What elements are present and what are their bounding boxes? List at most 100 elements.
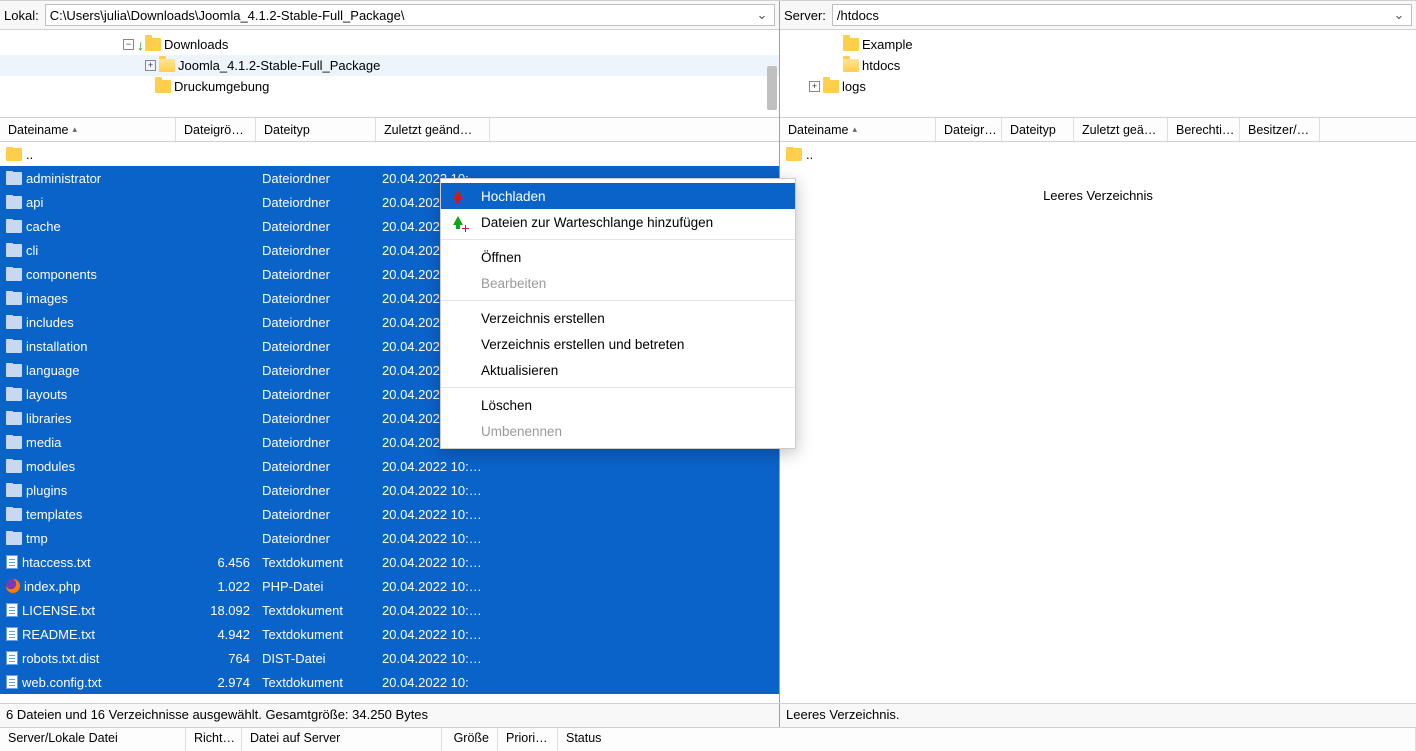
file-row[interactable]: modulesDateiordner20.04.2022 10:… [0,454,779,478]
tree-item[interactable]: +logs [780,76,1416,97]
tree-item[interactable]: Druckumgebung [0,76,779,97]
file-type: Dateiordner [256,267,376,282]
menu-refresh[interactable]: Aktualisieren [441,357,795,383]
file-modified: 20.04.2022 10:… [376,459,536,474]
menu-rename: Umbenennen [441,418,795,444]
file-name: includes [26,315,74,330]
menu-separator [441,239,795,240]
local-columns-header[interactable]: Dateiname▴ Dateigrö… Dateityp Zuletzt ge… [0,118,779,142]
file-name: cache [26,219,61,234]
status-bar: 6 Dateien und 16 Verzeichnisse ausgewähl… [0,703,1416,727]
parent-dir-row[interactable]: .. [780,142,1416,166]
file-size: 2.974 [176,675,256,690]
file-modified: 20.04.2022 10:… [376,483,536,498]
qcol-status[interactable]: Status [558,728,1416,751]
file-size: 6.456 [176,555,256,570]
parent-dir-row[interactable]: .. [0,142,779,166]
file-name: media [26,435,61,450]
col-size[interactable]: Dateigr… [936,118,1002,141]
menu-create-directory[interactable]: Verzeichnis erstellen [441,305,795,331]
file-name: modules [26,459,75,474]
menu-upload[interactable]: Hochladen [441,183,795,209]
col-owner[interactable]: Besitzer/… [1240,118,1320,141]
server-path-label: Server: [784,8,826,23]
upload-add-icon [451,214,467,230]
local-path-input[interactable]: C:\Users\julia\Downloads\Joomla_4.1.2-St… [45,4,775,26]
qcol-serverfile[interactable]: Server/Lokale Datei [0,728,186,751]
col-type[interactable]: Dateityp [1002,118,1074,141]
file-row[interactable]: pluginsDateiordner20.04.2022 10:… [0,478,779,502]
file-type: Dateiordner [256,483,376,498]
folder-icon [786,148,802,161]
menu-add-to-queue[interactable]: Dateien zur Warteschlange hinzufügen [441,209,795,235]
folder-icon [6,316,22,329]
tree-expand-icon[interactable]: + [809,81,820,92]
server-columns-header[interactable]: Dateiname▴ Dateigr… Dateityp Zuletzt geä… [780,118,1416,142]
server-pane: Server: /htdocs ⌄ Examplehtdocs+logs Dat… [780,1,1416,703]
tree-item[interactable]: −↓Downloads [0,34,779,55]
col-type[interactable]: Dateityp [256,118,376,141]
dropdown-icon[interactable]: ⌄ [754,7,770,23]
folder-icon [6,292,22,305]
folder-icon [6,484,22,497]
tree-expand-icon[interactable]: + [145,60,156,71]
menu-separator [441,300,795,301]
tree-item[interactable]: Example [780,34,1416,55]
file-row[interactable]: LICENSE.txt18.092Textdokument20.04.2022 … [0,598,779,622]
queue-header[interactable]: Server/Lokale Datei Richt… Datei auf Ser… [0,727,1416,751]
qcol-size[interactable]: Größe [442,728,498,751]
col-permissions[interactable]: Berechti… [1168,118,1240,141]
file-name: language [26,363,80,378]
file-icon [6,603,18,617]
server-tree[interactable]: Examplehtdocs+logs [780,30,1416,118]
file-icon [6,627,18,641]
file-row[interactable]: tmpDateiordner20.04.2022 10:… [0,526,779,550]
col-modified[interactable]: Zuletzt geä… [1074,118,1168,141]
file-row[interactable]: templatesDateiordner20.04.2022 10:… [0,502,779,526]
file-type: PHP-Datei [256,579,376,594]
col-size[interactable]: Dateigrö… [176,118,256,141]
folder-icon [823,80,839,93]
local-status: 6 Dateien und 16 Verzeichnisse ausgewähl… [0,704,780,727]
server-file-list[interactable]: .. Leeres Verzeichnis [780,142,1416,703]
file-name: api [26,195,43,210]
file-name: components [26,267,97,282]
tree-item-label: Downloads [164,37,228,52]
col-modified[interactable]: Zuletzt geänd… [376,118,490,141]
folder-icon [6,340,22,353]
menu-edit: Bearbeiten [441,270,795,296]
qcol-direction[interactable]: Richt… [186,728,242,751]
folder-icon [6,364,22,377]
context-menu: Hochladen Dateien zur Warteschlange hinz… [440,178,796,449]
col-name: Dateiname▴ [780,118,936,141]
tree-item[interactable]: htdocs [780,55,1416,76]
file-modified: 20.04.2022 10:… [376,555,536,570]
server-path-input[interactable]: /htdocs ⌄ [832,4,1412,26]
file-modified: 20.04.2022 10: [376,675,536,690]
file-type: Dateiordner [256,363,376,378]
file-row[interactable]: robots.txt.dist764DIST-Datei20.04.2022 1… [0,646,779,670]
qcol-priority[interactable]: Priori… [498,728,558,751]
menu-open[interactable]: Öffnen [441,244,795,270]
qcol-remotefile[interactable]: Datei auf Server [242,728,442,751]
file-row[interactable]: index.php1.022PHP-Datei20.04.2022 10:… [0,574,779,598]
folder-icon [6,172,22,185]
file-row[interactable]: htaccess.txt6.456Textdokument20.04.2022 … [0,550,779,574]
file-row[interactable]: README.txt4.942Textdokument20.04.2022 10… [0,622,779,646]
menu-delete[interactable]: Löschen [441,392,795,418]
file-icon [6,675,18,689]
local-tree[interactable]: −↓Downloads + Joomla_4.1.2-Stable-Full_Pac… [0,30,779,118]
dropdown-icon[interactable]: ⌄ [1391,7,1407,23]
menu-create-directory-enter[interactable]: Verzeichnis erstellen und betreten [441,331,795,357]
folder-icon [6,412,22,425]
tree-item[interactable]: + Joomla_4.1.2-Stable-Full_Package [0,55,779,76]
firefox-icon [6,579,20,593]
file-name: LICENSE.txt [22,603,95,618]
folder-icon [6,148,22,161]
tree-item-label: Joomla_4.1.2-Stable-Full_Package [178,58,380,73]
file-modified: 20.04.2022 10:… [376,507,536,522]
scrollbar[interactable] [767,66,777,110]
file-row[interactable]: web.config.txt2.974Textdokument20.04.202… [0,670,779,694]
tree-expand-icon[interactable]: − [123,39,134,50]
file-name: index.php [24,579,80,594]
